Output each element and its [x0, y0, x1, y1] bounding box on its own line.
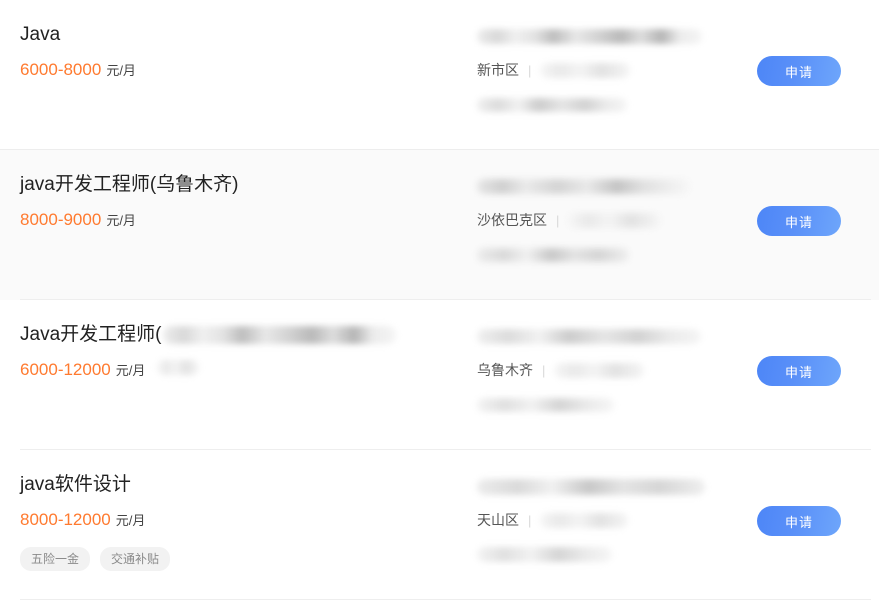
job-title[interactable]: Java	[20, 22, 60, 48]
separator-icon: |	[528, 512, 532, 528]
redacted-company-name	[477, 179, 689, 195]
job-title-row: java软件设计	[20, 472, 455, 498]
meta-row	[477, 396, 879, 412]
table-row[interactable]: Java 6000-8000 元/月 新市区 | 申请	[0, 0, 879, 150]
meta-row	[477, 546, 879, 563]
separator-icon: |	[542, 362, 546, 378]
job-list: Java 6000-8000 元/月 新市区 | 申请 java开发工程师(乌鲁…	[0, 0, 879, 600]
redacted-meta-info	[477, 547, 612, 563]
row-divider	[20, 599, 871, 600]
redacted-meta-info	[477, 247, 629, 262]
job-summary: java开发工程师(乌鲁木齐) 8000-9000 元/月	[0, 150, 455, 300]
table-row[interactable]: java软件设计 8000-12000 元/月 五险一金 交通补贴 天山区 |	[0, 450, 879, 600]
company-name-row	[477, 478, 879, 495]
apply-button-wrap: 申请	[757, 506, 841, 536]
company-info: 沙依巴克区 | 申请	[455, 150, 879, 300]
table-row[interactable]: java开发工程师(乌鲁木齐) 8000-9000 元/月 沙依巴克区 | 申请	[0, 150, 879, 300]
redacted-job-title-suffix	[163, 326, 397, 344]
redacted-meta-info	[477, 97, 627, 112]
apply-button[interactable]: 申请	[757, 356, 841, 386]
redacted-company-detail	[540, 512, 629, 528]
apply-button-wrap: 申请	[757, 56, 841, 86]
apply-button-wrap: 申请	[757, 356, 841, 386]
separator-icon: |	[528, 62, 532, 78]
job-title[interactable]: Java开发工程师(	[20, 322, 161, 348]
apply-button[interactable]: 申请	[757, 506, 841, 536]
redacted-salary-tag	[157, 360, 200, 375]
company-info: 新市区 | 申请	[455, 0, 879, 150]
district-label: 天山区	[477, 512, 519, 528]
district-label: 新市区	[477, 62, 519, 78]
salary-row: 8000-9000 元/月	[20, 209, 455, 231]
apply-button[interactable]: 申请	[757, 56, 841, 86]
redacted-company-name	[477, 478, 705, 495]
apply-button[interactable]: 申请	[757, 206, 841, 236]
company-name-row	[477, 178, 879, 195]
redacted-company-detail	[568, 212, 661, 228]
company-info: 天山区 | 申请	[455, 450, 879, 600]
job-summary: Java 6000-8000 元/月	[0, 0, 455, 150]
table-row[interactable]: Java开发工程师( 6000-12000 元/月 乌鲁木齐 | 申请	[0, 300, 879, 450]
meta-row	[477, 96, 879, 112]
redacted-company-detail	[554, 362, 645, 378]
salary-row: 6000-8000 元/月	[20, 59, 455, 81]
job-summary: Java开发工程师( 6000-12000 元/月	[0, 300, 455, 450]
district-label: 乌鲁木齐	[477, 362, 533, 378]
salary-range: 8000-9000	[20, 210, 102, 229]
district-label: 沙依巴克区	[477, 212, 547, 228]
separator-icon: |	[556, 212, 560, 228]
company-name-row	[477, 28, 879, 45]
job-title[interactable]: java开发工程师(乌鲁木齐)	[20, 172, 239, 198]
salary-row: 6000-12000 元/月	[20, 359, 455, 381]
apply-button-wrap: 申请	[757, 206, 841, 236]
redacted-company-detail	[540, 62, 631, 78]
salary-range: 6000-8000	[20, 60, 102, 79]
job-summary: java软件设计 8000-12000 元/月 五险一金 交通补贴	[0, 450, 455, 600]
salary-unit: 元/月	[106, 213, 136, 228]
job-title-row: java开发工程师(乌鲁木齐)	[20, 172, 455, 198]
company-info: 乌鲁木齐 | 申请	[455, 300, 879, 450]
redacted-meta-info	[477, 397, 614, 412]
salary-range: 8000-12000	[20, 510, 111, 529]
salary-range: 6000-12000	[20, 360, 111, 379]
salary-unit: 元/月	[115, 363, 146, 378]
redacted-company-name	[477, 329, 701, 345]
salary-unit: 元/月	[106, 63, 136, 78]
salary-row: 8000-12000 元/月	[20, 509, 455, 531]
job-title-row: Java	[20, 22, 455, 48]
salary-unit: 元/月	[115, 513, 146, 528]
job-title-row: Java开发工程师(	[20, 322, 455, 348]
benefit-tag-list: 五险一金 交通补贴	[20, 547, 455, 571]
company-name-row	[477, 328, 879, 345]
job-title[interactable]: java软件设计	[20, 472, 131, 498]
benefit-tag: 交通补贴	[100, 547, 171, 571]
meta-row	[477, 246, 879, 262]
benefit-tag: 五险一金	[20, 547, 91, 571]
redacted-company-name	[477, 29, 702, 45]
